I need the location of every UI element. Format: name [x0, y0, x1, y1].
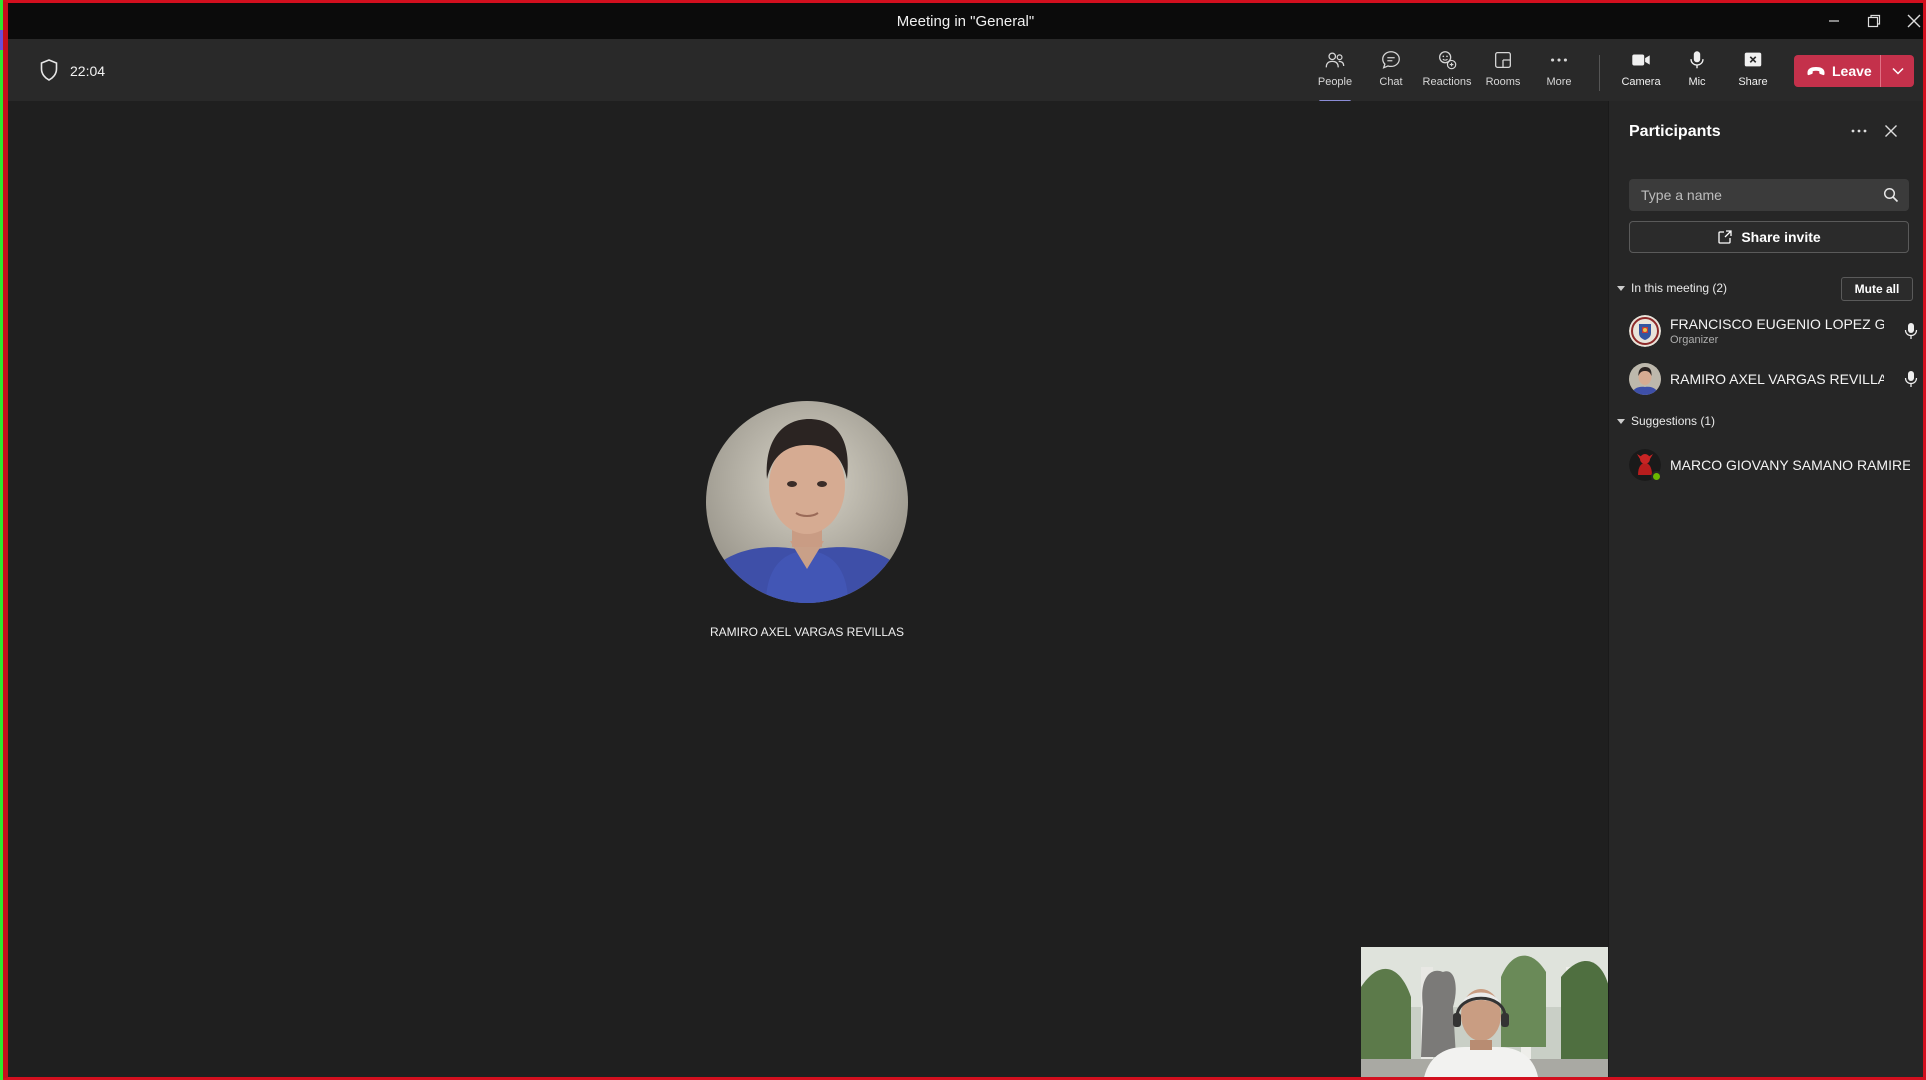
close-icon — [1907, 14, 1921, 28]
self-video-image — [1361, 947, 1609, 1077]
more-button[interactable]: More — [1531, 49, 1587, 97]
in-meeting-heading: In this meeting (2) — [1631, 281, 1728, 295]
participant-name: FRANCISCO EUGENIO LOPEZ G... — [1670, 316, 1884, 332]
panel-close-button[interactable] — [1879, 119, 1903, 143]
close-icon — [1885, 125, 1897, 137]
chat-button[interactable]: Chat — [1363, 49, 1419, 97]
suggestions-heading: Suggestions (1) — [1631, 414, 1716, 428]
more-label: More — [1546, 76, 1572, 88]
reactions-button[interactable]: Reactions — [1419, 49, 1475, 97]
suggestions-section-toggle[interactable]: Suggestions (1) — [1617, 414, 1715, 428]
left-accent-marker — [0, 30, 3, 50]
leave-button-group: Leave — [1794, 55, 1914, 87]
leave-options-button[interactable] — [1880, 55, 1914, 87]
share-label: Share — [1738, 76, 1768, 88]
share-tray-button[interactable]: Share — [1725, 49, 1781, 97]
mic-icon — [1690, 51, 1704, 69]
participant-search — [1629, 179, 1909, 211]
camera-icon — [1632, 54, 1650, 66]
chat-label: Chat — [1379, 76, 1403, 88]
people-button[interactable]: People — [1307, 49, 1363, 103]
avatar — [1629, 315, 1661, 347]
close-window-button[interactable] — [1894, 7, 1923, 35]
rooms-label: Rooms — [1485, 76, 1521, 88]
window-title: Meeting in "General" — [896, 13, 1035, 30]
caret-down-icon — [1617, 418, 1625, 424]
rooms-button[interactable]: Rooms — [1475, 49, 1531, 97]
participant-name-label: RAMIRO AXEL VARGAS REVILLAS — [709, 625, 905, 639]
minimize-button[interactable] — [1814, 7, 1854, 35]
participants-panel: Participants Share invite In this meetin… — [1608, 101, 1923, 1077]
more-horizontal-icon — [1851, 129, 1867, 133]
meeting-window: Meeting in "General" 22:04 People Chat R… — [0, 0, 1926, 1080]
chat-icon — [1382, 51, 1400, 69]
left-accent-bar — [0, 0, 3, 1080]
available-status-icon — [1651, 471, 1662, 482]
organizer-crest-avatar — [1629, 315, 1661, 347]
self-video-preview[interactable] — [1361, 947, 1609, 1077]
avatar — [1629, 363, 1661, 395]
participants-title: Participants — [1629, 123, 1721, 140]
restore-button[interactable] — [1854, 7, 1894, 35]
meeting-toolbar: 22:04 People Chat Reactions Rooms More C… — [8, 39, 1923, 103]
share-invite-button[interactable]: Share invite — [1629, 221, 1909, 253]
more-icon — [1551, 58, 1567, 62]
participant-avatar-large — [706, 401, 908, 603]
participant-search-input[interactable] — [1629, 179, 1869, 211]
title-bar: Meeting in "General" — [8, 3, 1923, 39]
restore-icon — [1867, 14, 1881, 28]
camera-button[interactable]: Camera — [1613, 49, 1669, 97]
mic-button[interactable]: Mic — [1669, 49, 1725, 97]
participant-photo-avatar — [1629, 363, 1661, 395]
leave-button[interactable]: Leave — [1794, 63, 1880, 79]
mic-label: Mic — [1688, 76, 1706, 88]
participant-row[interactable]: FRANCISCO EUGENIO LOPEZ G... Organizer — [1629, 311, 1919, 351]
mic-icon — [1904, 323, 1918, 339]
leave-label: Leave — [1832, 63, 1872, 79]
reactions-label: Reactions — [1422, 76, 1472, 88]
participant-role: Organizer — [1670, 334, 1719, 346]
reactions-icon — [1439, 51, 1457, 70]
share-invite-icon — [1718, 230, 1732, 244]
suggestion-name: MARCO GIOVANY SAMANO RAMIREZ — [1670, 457, 1910, 473]
caret-down-icon — [1617, 285, 1625, 291]
avatar — [1629, 449, 1662, 482]
mic-icon — [1904, 371, 1918, 387]
search-icon[interactable] — [1883, 187, 1899, 203]
meeting-stage: RAMIRO AXEL VARGAS REVILLAS — [8, 101, 1609, 1077]
share-tray-icon — [1744, 52, 1762, 67]
people-label: People — [1317, 76, 1353, 88]
hangup-icon — [1807, 67, 1825, 76]
minimize-icon — [1829, 20, 1839, 22]
people-icon — [1325, 52, 1345, 68]
chevron-down-icon — [1891, 67, 1904, 75]
mute-all-button[interactable]: Mute all — [1841, 277, 1913, 301]
shield-icon[interactable] — [40, 59, 58, 81]
panel-more-button[interactable] — [1847, 119, 1871, 143]
participant-name: RAMIRO AXEL VARGAS REVILLAS — [1670, 371, 1884, 387]
in-meeting-section-toggle[interactable]: In this meeting (2) — [1617, 281, 1727, 295]
toolbar-separator — [1599, 55, 1600, 91]
suggestion-row[interactable]: MARCO GIOVANY SAMANO RAMIREZ — [1629, 445, 1919, 485]
camera-label: Camera — [1621, 76, 1661, 88]
participant-photo — [706, 401, 908, 603]
rooms-icon — [1495, 52, 1511, 68]
share-invite-label: Share invite — [1741, 229, 1821, 245]
meeting-timer: 22:04 — [70, 63, 106, 79]
participant-row[interactable]: RAMIRO AXEL VARGAS REVILLAS — [1629, 359, 1919, 399]
